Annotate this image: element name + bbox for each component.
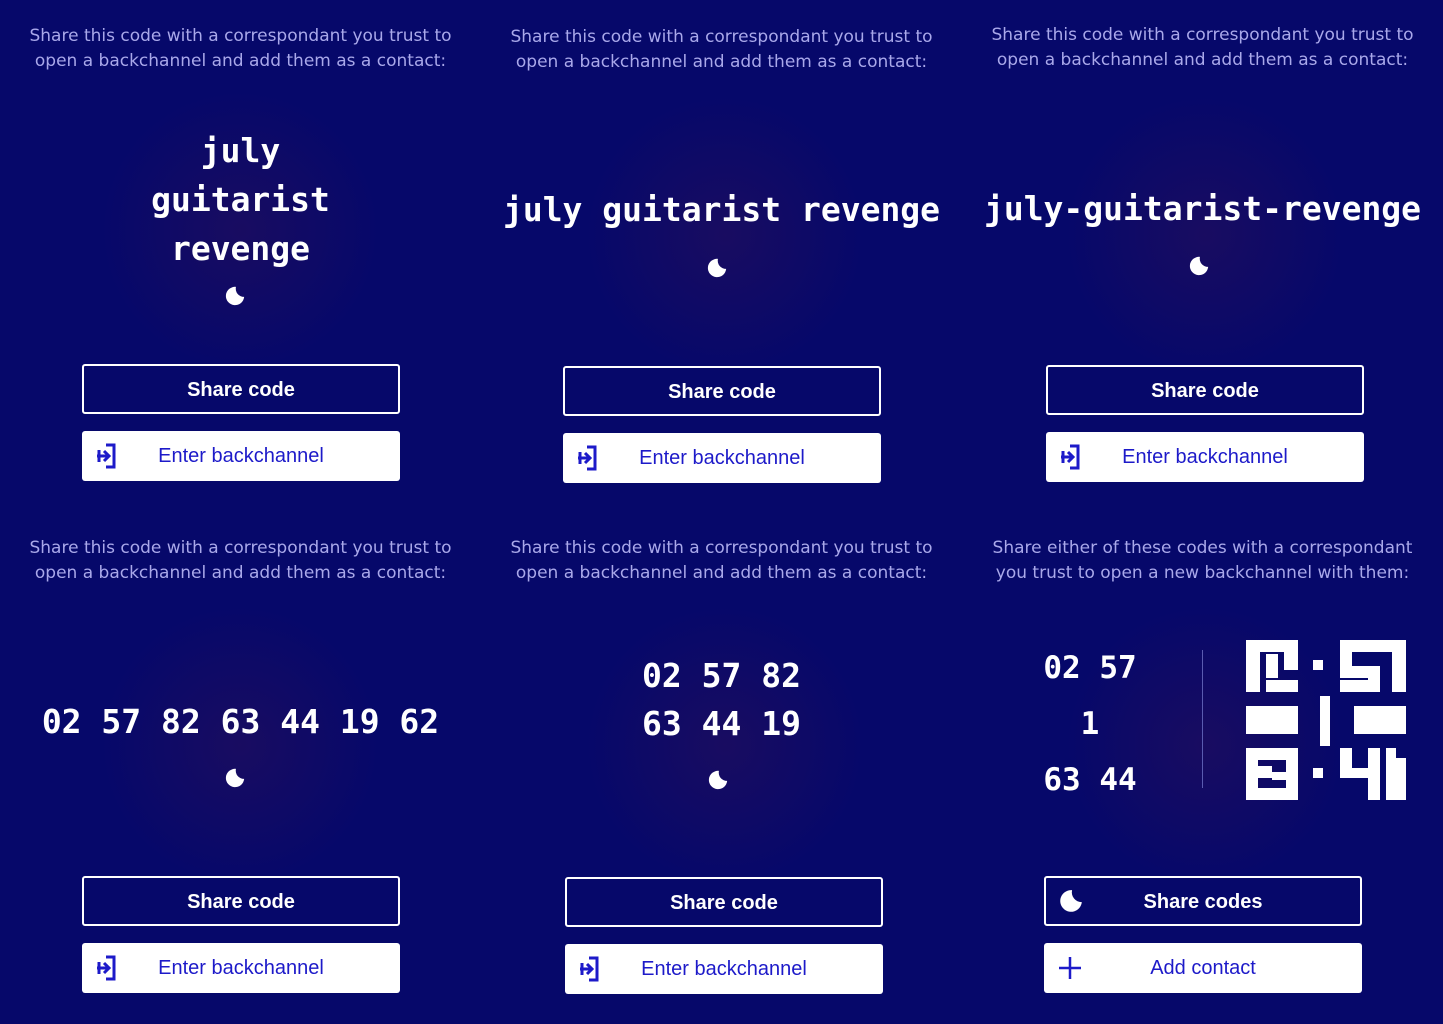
enter-backchannel-label: Enter backchannel <box>158 957 324 979</box>
panel-words-hyphenated: Share this code with a correspondant you… <box>962 0 1443 512</box>
code-digits: 02 57 1 63 44 <box>1030 640 1150 808</box>
enter-backchannel-button[interactable]: Enter backchannel <box>563 433 881 483</box>
enter-backchannel-button[interactable]: Enter backchannel <box>1046 432 1364 482</box>
enter-backchannel-label: Enter backchannel <box>158 445 324 467</box>
panel-digits-two-rows: Share this code with a correspondant you… <box>481 512 962 1024</box>
add-contact-label: Add contact <box>1150 957 1256 979</box>
enter-backchannel-button[interactable]: Enter backchannel <box>82 431 400 481</box>
instruction-text: Share this code with a correspondant you… <box>991 25 1414 70</box>
share-code-label: Share code <box>670 892 778 914</box>
moon-icon <box>1189 256 1209 276</box>
code-word: guitarist <box>151 180 330 219</box>
code-divider <box>1202 650 1203 788</box>
instruction-text: Share this code with a correspondant you… <box>29 26 452 71</box>
enter-backchannel-icon <box>578 445 597 471</box>
enter-backchannel-label: Enter backchannel <box>641 958 807 980</box>
enter-backchannel-button[interactable]: Enter backchannel <box>565 944 883 994</box>
enter-backchannel-label: Enter backchannel <box>639 447 805 469</box>
moon-icon <box>225 768 245 788</box>
moon-icon <box>707 258 727 278</box>
code-word: revenge <box>170 229 311 268</box>
instruction-text: Share this code with a correspondant you… <box>510 27 933 72</box>
moon-icon <box>225 286 245 306</box>
code-digits: 02 57 82 63 44 19 62 <box>41 702 440 741</box>
share-code-button[interactable]: Share code <box>82 364 400 414</box>
share-code-button[interactable]: Share code <box>1046 365 1364 415</box>
panel-stacked-words: Share this code with a correspondant you… <box>0 0 481 512</box>
enter-backchannel-icon <box>97 955 116 981</box>
share-code-button[interactable]: Share code <box>82 876 400 926</box>
panel-digits-line: Share this code with a correspondant you… <box>0 512 481 1024</box>
share-codes-label: Share codes <box>1143 891 1263 913</box>
enter-backchannel-icon <box>1061 444 1080 470</box>
code-phrase: july guitarist revenge <box>502 190 941 229</box>
enter-backchannel-icon <box>580 956 599 982</box>
visual-code-glyph <box>1246 640 1406 800</box>
enter-backchannel-icon <box>97 443 116 469</box>
instruction-text: Share either of these codes with a corre… <box>992 538 1413 583</box>
share-codes-button[interactable]: Share codes <box>1044 876 1362 926</box>
share-code-label: Share code <box>187 379 295 401</box>
plus-icon <box>1059 957 1081 979</box>
instruction-text: Share this code with a correspondant you… <box>29 538 452 583</box>
code-digits: 02 57 82 63 44 19 <box>481 652 962 748</box>
code-word: july <box>200 131 281 170</box>
code-digits-row: 02 57 82 <box>642 656 801 695</box>
code-digits-row: 1 <box>1080 706 1100 742</box>
add-contact-button[interactable]: Add contact <box>1044 943 1362 993</box>
code-digits-row: 02 57 <box>1043 650 1137 686</box>
share-code-label: Share code <box>187 891 295 913</box>
panel-words-spaced: Share this code with a correspondant you… <box>481 0 962 512</box>
code-words: july guitarist revenge <box>0 126 481 273</box>
code-digits-row: 63 44 <box>1043 762 1137 798</box>
enter-backchannel-label: Enter backchannel <box>1122 446 1288 468</box>
moon-icon <box>708 770 728 790</box>
code-phrase: july-guitarist-revenge <box>983 189 1422 228</box>
instruction-text: Share this code with a correspondant you… <box>510 538 933 583</box>
panel-dual-codes: Share either of these codes with a corre… <box>962 512 1443 1024</box>
share-code-label: Share code <box>668 381 776 403</box>
moon-icon <box>1060 890 1082 912</box>
enter-backchannel-button[interactable]: Enter backchannel <box>82 943 400 993</box>
code-digits-row: 63 44 19 <box>642 704 801 743</box>
share-code-label: Share code <box>1151 380 1259 402</box>
backchannel-code-variants: Share this code with a correspondant you… <box>0 0 1443 1024</box>
share-code-button[interactable]: Share code <box>565 877 883 927</box>
share-code-button[interactable]: Share code <box>563 366 881 416</box>
